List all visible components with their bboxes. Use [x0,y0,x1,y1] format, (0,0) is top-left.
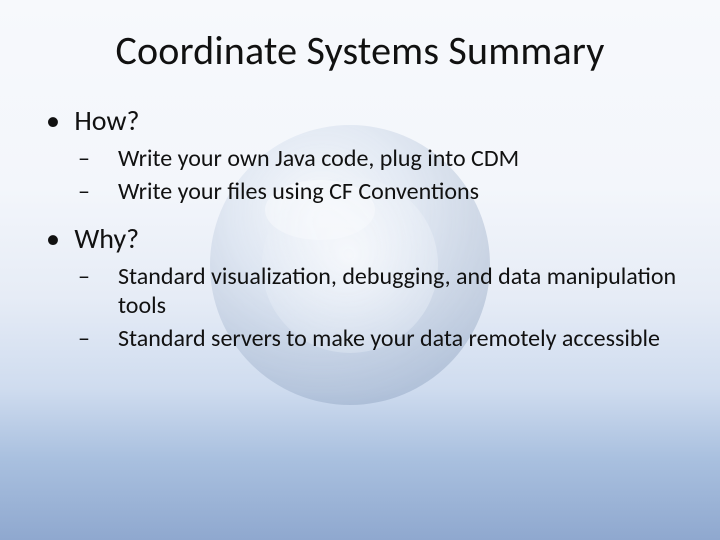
bullet-why: Why? Standard visualization, debugging, … [44,221,680,354]
bullet-label: Why? [74,221,139,256]
sub-list: Write your own Java code, plug into CDM … [98,144,680,207]
sub-item: Write your files using CF Conventions [98,177,680,206]
sub-item: Standard visualization, debugging, and d… [98,262,680,321]
slide-content: Coordinate Systems Summary How? Write yo… [0,0,720,540]
bullet-label: How? [74,103,139,138]
bullet-how: How? Write your own Java code, plug into… [44,103,680,207]
slide-title: Coordinate Systems Summary [40,26,680,75]
bullet-list: How? Write your own Java code, plug into… [44,103,680,353]
sub-list: Standard visualization, debugging, and d… [98,262,680,354]
sub-item: Standard servers to make your data remot… [98,324,680,353]
sub-item: Write your own Java code, plug into CDM [98,144,680,173]
